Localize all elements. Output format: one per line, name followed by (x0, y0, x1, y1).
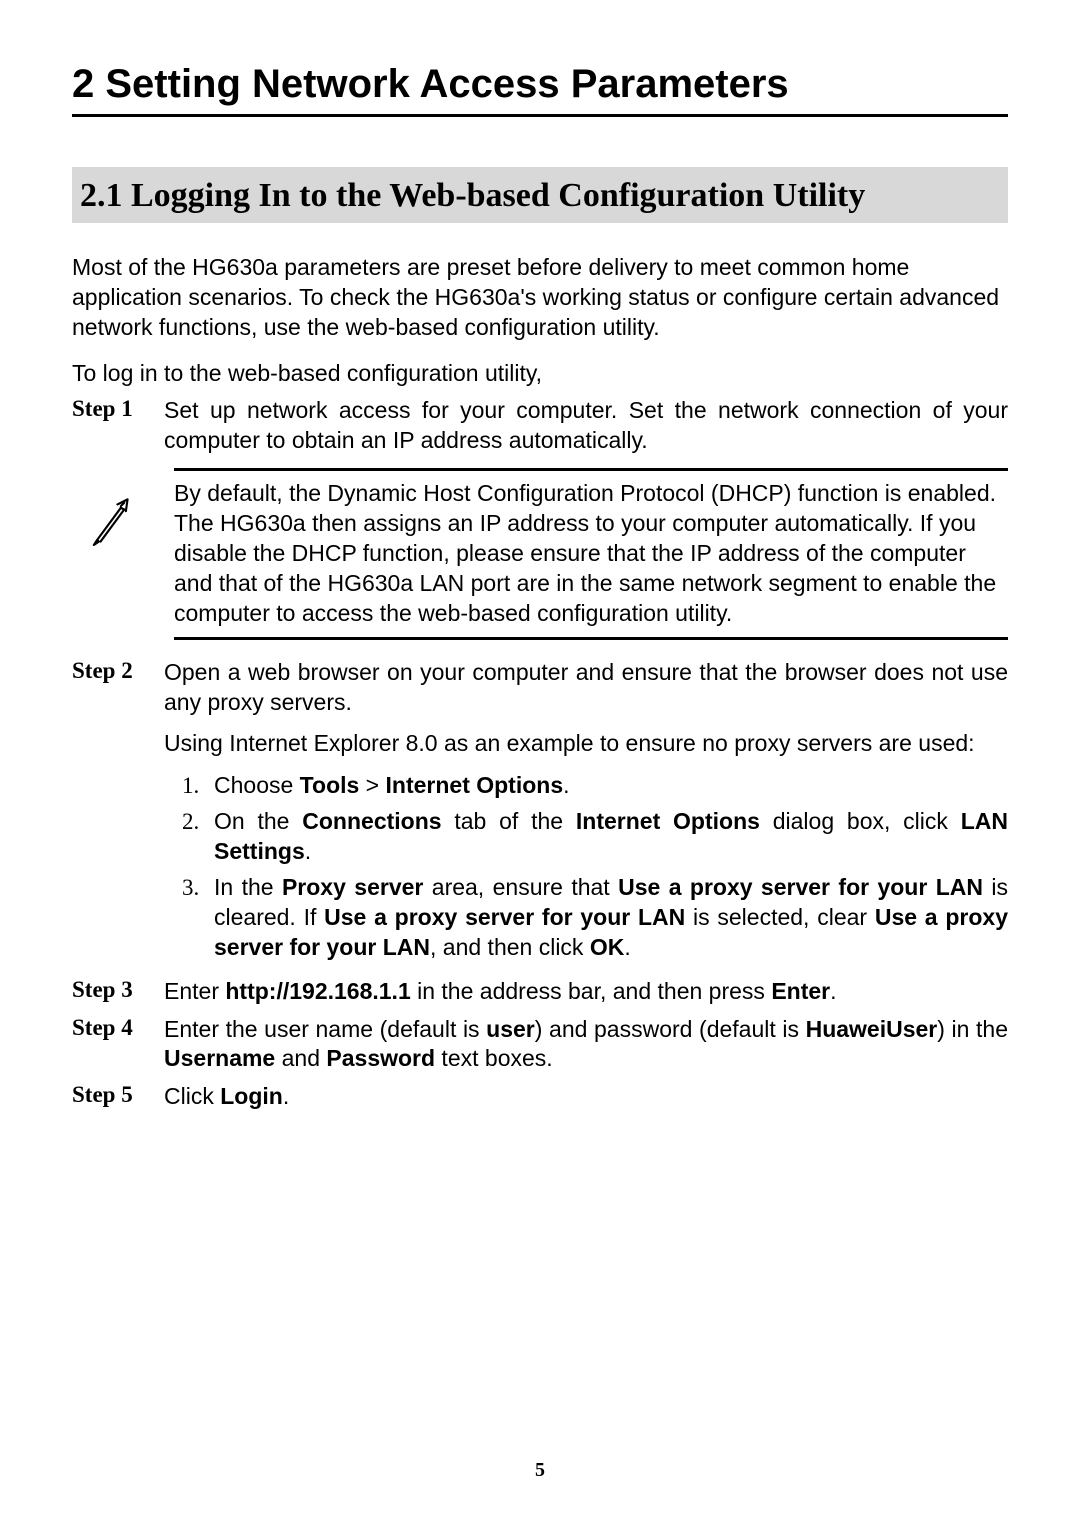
chapter-number: 2 (72, 62, 94, 106)
document-page: 2 Setting Network Access Parameters 2.1 … (0, 0, 1080, 1528)
lead-in: To log in to the web-based configuration… (72, 359, 1008, 389)
section-title: Logging In to the Web-based Configuratio… (131, 177, 865, 214)
step-2-label: Step 2 (72, 658, 164, 969)
step-1: Step 1 Set up network access for your co… (72, 396, 1008, 456)
step-2-p1: Open a web browser on your computer and … (164, 658, 1008, 718)
step-4-label: Step 4 (72, 1015, 164, 1075)
step-1-text: Set up network access for your computer.… (164, 396, 1008, 456)
step-1-label: Step 1 (72, 396, 164, 456)
sub-item-2: On the Connections tab of the Internet O… (164, 807, 1008, 867)
note-text: By default, the Dynamic Host Configurati… (174, 468, 1008, 639)
intro-paragraph: Most of the HG630a parameters are preset… (72, 253, 1008, 343)
page-number: 5 (0, 1459, 1080, 1482)
step-5: Step 5 Click Login. (72, 1082, 1008, 1112)
chapter-title: 2 Setting Network Access Parameters (72, 60, 1008, 108)
chapter-title-text: Setting Network Access Parameters (105, 62, 788, 106)
step-2-content: Open a web browser on your computer and … (164, 658, 1008, 969)
step-5-label: Step 5 (72, 1082, 164, 1112)
step-3: Step 3 Enter http://192.168.1.1 in the a… (72, 977, 1008, 1007)
section-number: 2.1 (80, 177, 123, 214)
step-4-text: Enter the user name (default is user) an… (164, 1015, 1008, 1075)
step-2: Step 2 Open a web browser on your comput… (72, 658, 1008, 969)
pencil-note-icon (82, 496, 136, 556)
step-2-p2: Using Internet Explorer 8.0 as an exampl… (164, 729, 1008, 759)
chapter-rule (72, 114, 1008, 117)
sub-item-3: In the Proxy server area, ensure that Us… (164, 873, 1008, 963)
step-2-sublist: Choose Tools > Internet Options. On the … (164, 771, 1008, 962)
step-list: Step 1 Set up network access for your co… (72, 396, 1008, 1112)
step-4: Step 4 Enter the user name (default is u… (72, 1015, 1008, 1075)
note-block: By default, the Dynamic Host Configurati… (72, 468, 1008, 639)
step-5-text: Click Login. (164, 1082, 1008, 1112)
step-3-label: Step 3 (72, 977, 164, 1007)
note-icon-column (72, 468, 174, 556)
step-3-text: Enter http://192.168.1.1 in the address … (164, 977, 1008, 1007)
sub-item-1: Choose Tools > Internet Options. (164, 771, 1008, 801)
section-heading: 2.1 Logging In to the Web-based Configur… (72, 167, 1008, 223)
